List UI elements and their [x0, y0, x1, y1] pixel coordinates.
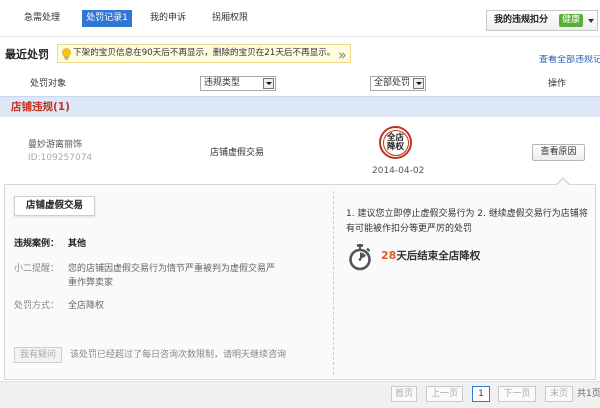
table-header: 处罚对象 违规类型 全部处罚 操作 — [0, 72, 600, 96]
penalty-countdown: 28天后结束全店降权 — [381, 249, 480, 263]
penalty-date: 2014-04-02 — [372, 166, 425, 176]
ask-question-button[interactable]: 我有疑问 — [14, 347, 62, 363]
penalty-method-label: 处罚方式： — [14, 301, 60, 311]
penalty-stamp-text: 全店 降权 — [382, 129, 409, 156]
countdown-text: 天后结束全店降权 — [396, 250, 481, 262]
detail-divider — [333, 191, 334, 375]
violation-type: 店铺虚假交易 — [210, 148, 265, 158]
staff-tip-value: 您的店铺因虚假交易行为情节严重被判为虚假交易严重作弊卖家 — [68, 264, 276, 288]
first-page-button[interactable]: 首页 — [391, 386, 417, 402]
column-header-action: 操作 — [548, 79, 567, 89]
violation-score-dropdown[interactable]: 我的违规扣分 健康 — [486, 10, 598, 31]
prev-page-button[interactable]: 上一页 — [426, 386, 463, 402]
page-title: 最近处罚 — [5, 48, 49, 61]
pagination: 首页 上一页 1 下一页 末页 共1页 — [0, 381, 600, 408]
penalty-object-id: ID:109257074 — [28, 153, 93, 163]
penalty-stamp-icon: 全店 降权 — [379, 126, 412, 159]
next-page-button[interactable]: 下一页 — [498, 386, 536, 402]
health-status-badge: 健康 — [559, 14, 584, 27]
countdown-days: 28 — [381, 249, 397, 262]
detail-tab-fake-transactions[interactable]: 店铺虚假交易 — [14, 196, 95, 216]
lightbulb-icon — [62, 48, 71, 60]
advice-text: 1. 建议您立即停止虚假交易行为 2. 继续虚假交易行为店铺将有可能被作扣分等更… — [346, 209, 588, 234]
double-chevron-right-icon — [338, 49, 346, 59]
last-page-button[interactable]: 末页 — [545, 386, 573, 402]
dropdown-arrow-icon — [263, 78, 274, 89]
tab-urgent[interactable]: 急需处理 — [24, 13, 60, 24]
penalty-method-value: 全店降权 — [68, 301, 105, 311]
ask-limit-note: 该处罚已经超过了每日咨询次数限制，请明天继续咨询 — [70, 350, 287, 360]
penalty-filter-value: 全部处罚 — [374, 78, 411, 88]
view-all-violations-link[interactable]: 查看全部违规记 — [539, 55, 600, 66]
view-reason-button[interactable]: 查看原因 — [532, 144, 585, 161]
dropdown-arrow-icon — [413, 78, 424, 89]
tab-penalty-records[interactable]: 处罚记录1 — [82, 10, 132, 27]
violation-case-value: 其他 — [68, 239, 87, 249]
tab-penalty-records-label: 处罚记录 — [86, 13, 123, 23]
violation-score-label: 我的违规扣分 — [494, 15, 549, 25]
staff-tip-label: 小二提醒： — [14, 264, 60, 274]
tab-penalty-records-count: 1 — [122, 13, 128, 23]
violation-type-value: 违规类型 — [204, 78, 241, 88]
chevron-down-icon — [588, 19, 594, 23]
detail-pointer-fill — [557, 178, 569, 185]
top-nav: 急需处理 处罚记录1 我的申诉 拐厢权限 我的违规扣分 健康 — [0, 0, 600, 37]
penalty-filter-select[interactable]: 全部处罚 — [370, 76, 426, 91]
penalty-object-name: 曼妙游离丽饰 — [28, 140, 83, 150]
notice-text: 下架的宝贝信息在90天后不再显示，删除的宝贝在21天后不再显示。 — [73, 48, 336, 58]
penalty-stamp-line-2: 降权 — [386, 142, 404, 152]
tab-my-appeals[interactable]: 我的申诉 — [150, 13, 186, 24]
penalty-detail-panel: 店铺虚假交易 违规案例： 其他 小二提醒： 您的店铺因虚假交易行为情节严重被判为… — [4, 184, 596, 380]
tab-permissions[interactable]: 拐厢权限 — [212, 13, 248, 24]
stopwatch-icon — [348, 244, 372, 271]
violation-type-select[interactable]: 违规类型 — [200, 76, 276, 91]
penalty-record-row: 曼妙游离丽饰 ID:109257074 店铺虚假交易 全店 降权 2014-04… — [0, 117, 600, 183]
notice-bar: 下架的宝贝信息在90天后不再显示，删除的宝贝在21天后不再显示。 — [57, 44, 351, 63]
violation-case-label: 违规案例： — [14, 239, 60, 249]
column-header-object: 处罚对象 — [30, 79, 67, 89]
page-total: 共1页 — [577, 389, 600, 399]
group-header-shop-violations: 店铺违规(1) — [0, 96, 600, 117]
current-page-button[interactable]: 1 — [472, 386, 490, 402]
